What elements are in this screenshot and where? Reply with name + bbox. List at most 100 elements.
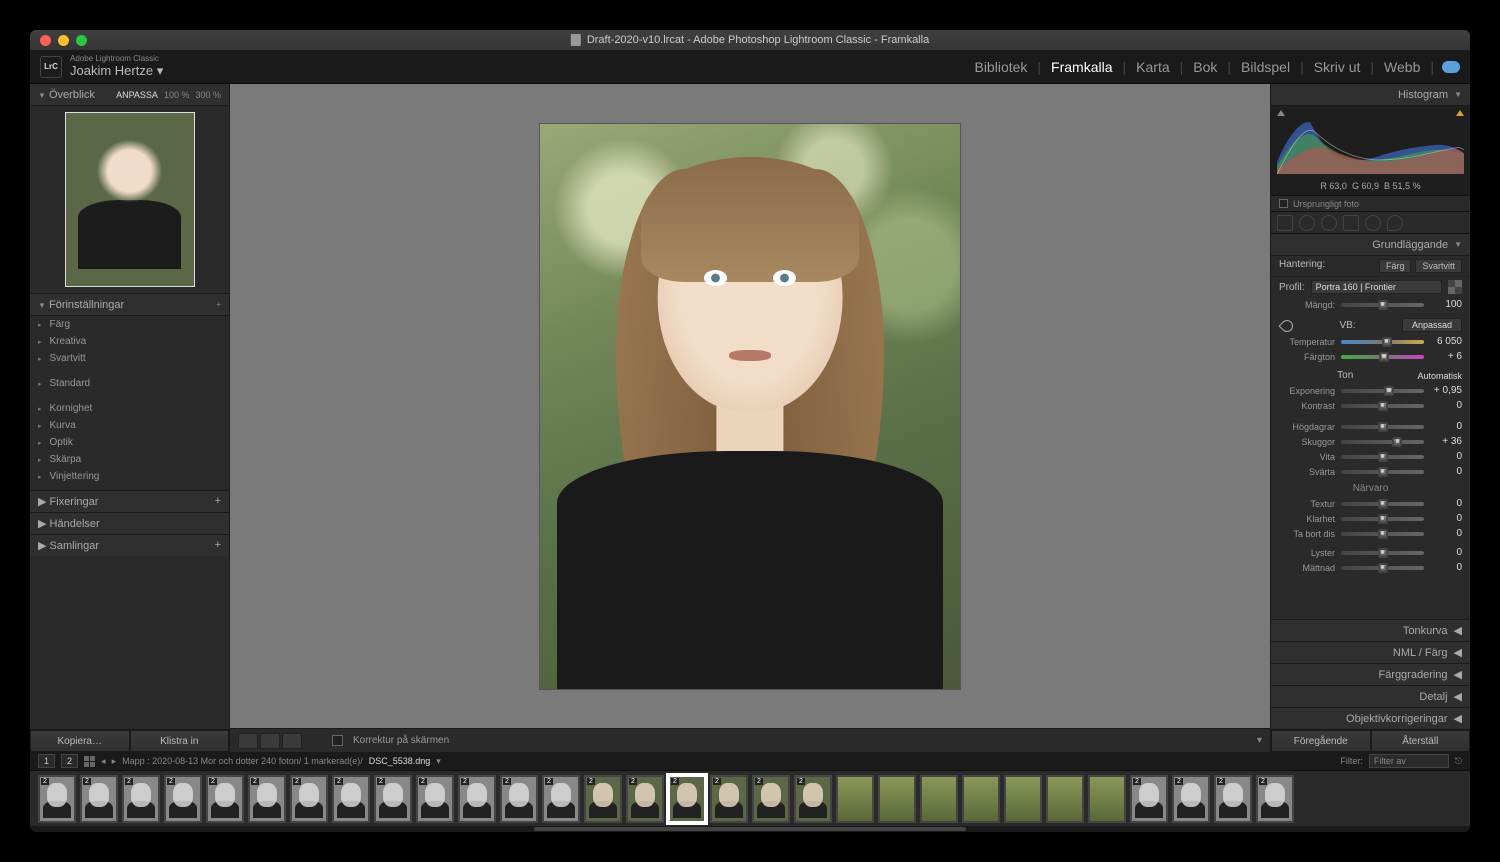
collections-header[interactable]: ▶ Samlingar+ — [30, 534, 229, 556]
add-preset-icon[interactable]: + — [216, 300, 221, 309]
filmstrip-filename[interactable]: DSC_5538.dng — [369, 756, 431, 766]
module-slideshow[interactable]: Bildspel — [1231, 59, 1300, 75]
radial-filter-icon[interactable] — [1365, 215, 1381, 231]
snapshots-header[interactable]: ▶ Fixeringar+ — [30, 490, 229, 512]
filmstrip-thumb[interactable]: 2 — [626, 775, 664, 823]
filmstrip-thumb[interactable]: 2 — [332, 775, 370, 823]
navigator-thumbnail[interactable] — [30, 106, 229, 294]
filmstrip-thumb[interactable]: 2 — [542, 775, 580, 823]
filmstrip-scrollbar[interactable] — [534, 827, 966, 831]
nav-fwd-icon[interactable]: ▸ — [112, 756, 117, 767]
temperature-slider[interactable] — [1341, 340, 1424, 344]
clip-shadows-icon[interactable] — [1277, 110, 1285, 116]
amount-value[interactable]: 100 — [1430, 299, 1462, 310]
filmstrip-thumb[interactable] — [1088, 775, 1126, 823]
contrast-slider[interactable] — [1341, 404, 1424, 408]
tonecurve-header[interactable]: Tonkurva◀ — [1271, 619, 1470, 641]
identity-user[interactable]: Joakim Hertze ▾ — [70, 64, 163, 78]
histogram-header[interactable]: Histogram▼ — [1271, 84, 1470, 106]
path-dropdown-icon[interactable]: ▾ — [436, 756, 441, 767]
histogram[interactable]: R 63,0 G 60,9 B 51,5 % — [1271, 106, 1470, 196]
secondary-display-2[interactable]: 2 — [61, 754, 78, 768]
module-develop[interactable]: Framkalla — [1041, 59, 1122, 75]
filmstrip-thumb[interactable]: 2 — [1256, 775, 1294, 823]
filmstrip-thumb[interactable]: 2 — [122, 775, 160, 823]
presets-header[interactable]: ▼ Förinställningar + — [30, 294, 229, 316]
brush-tool-icon[interactable] — [1387, 215, 1403, 231]
navigator-header[interactable]: ▼ Överblick ANPASSA 100 % 300 % — [30, 84, 229, 106]
filmstrip-thumb[interactable]: 2 — [752, 775, 790, 823]
filmstrip-thumb[interactable]: 2 — [1172, 775, 1210, 823]
filmstrip-thumb[interactable] — [1004, 775, 1042, 823]
wb-select[interactable]: Anpassad — [1402, 318, 1462, 332]
cloud-sync-icon[interactable] — [1442, 61, 1460, 73]
soft-proof-checkbox[interactable] — [332, 735, 343, 746]
filter-select[interactable]: Filter av — [1369, 754, 1449, 768]
redeye-tool-icon[interactable] — [1321, 215, 1337, 231]
minimize-icon[interactable] — [58, 35, 69, 46]
paste-button[interactable]: Klistra in — [130, 730, 230, 752]
detail-header[interactable]: Detalj◀ — [1271, 685, 1470, 707]
preset-group[interactable]: Standard — [30, 375, 229, 392]
filmstrip-thumb[interactable] — [920, 775, 958, 823]
highlights-slider[interactable] — [1341, 425, 1424, 429]
auto-tone-button[interactable]: Automatisk — [1417, 371, 1462, 381]
filmstrip-thumb[interactable]: 2 — [500, 775, 538, 823]
shadows-slider[interactable] — [1341, 440, 1424, 444]
texture-slider[interactable] — [1341, 502, 1424, 506]
treatment-color-button[interactable]: Färg — [1379, 259, 1412, 273]
preset-group[interactable]: Skärpa — [30, 451, 229, 468]
filmstrip-thumb[interactable]: 2 — [458, 775, 496, 823]
colorgrading-header[interactable]: Färggradering◀ — [1271, 663, 1470, 685]
canvas[interactable] — [230, 84, 1270, 728]
loupe-view-button[interactable] — [238, 733, 258, 749]
filmstrip-thumb[interactable]: 2 — [248, 775, 286, 823]
filmstrip-path[interactable]: Mapp : 2020-08-13 Mor och dotter 240 fot… — [122, 756, 363, 766]
filmstrip[interactable]: 22222222222222222222222 — [30, 770, 1470, 826]
nav-back-icon[interactable]: ◂ — [101, 756, 106, 767]
crop-tool-icon[interactable] — [1277, 215, 1293, 231]
module-library[interactable]: Bibliotek — [964, 59, 1037, 75]
filmstrip-thumb[interactable]: 2 — [416, 775, 454, 823]
clarity-slider[interactable] — [1341, 517, 1424, 521]
toolbar-menu-icon[interactable]: ▾ — [1257, 735, 1262, 746]
dehaze-slider[interactable] — [1341, 532, 1424, 536]
filmstrip-thumb[interactable]: 2 — [794, 775, 832, 823]
zoom-100[interactable]: 100 % — [164, 90, 190, 100]
titlebar[interactable]: Draft-2020-v10.lrcat - Adobe Photoshop L… — [30, 30, 1470, 50]
filmstrip-thumb[interactable]: 2 — [668, 775, 706, 823]
whites-slider[interactable] — [1341, 455, 1424, 459]
filmstrip-thumb[interactable]: 2 — [584, 775, 622, 823]
previous-button[interactable]: Föregående — [1271, 730, 1371, 752]
amount-slider[interactable] — [1341, 303, 1424, 307]
preset-group[interactable]: Färg — [30, 316, 229, 333]
tint-slider[interactable] — [1341, 355, 1424, 359]
saturation-slider[interactable] — [1341, 566, 1424, 570]
filmstrip-thumb[interactable] — [878, 775, 916, 823]
filter-lock-icon[interactable]: ⎋ — [1455, 756, 1462, 767]
zoom-fit[interactable]: ANPASSA — [116, 90, 158, 100]
module-web[interactable]: Webb — [1374, 59, 1430, 75]
module-print[interactable]: Skriv ut — [1304, 59, 1371, 75]
zoom-icon[interactable] — [76, 35, 87, 46]
filmstrip-thumb[interactable]: 2 — [710, 775, 748, 823]
copy-button[interactable]: Kopiera… — [30, 730, 130, 752]
history-header[interactable]: ▶ Händelser — [30, 512, 229, 534]
filmstrip-thumb[interactable]: 2 — [1130, 775, 1168, 823]
module-map[interactable]: Karta — [1126, 59, 1179, 75]
filmstrip-thumb[interactable]: 2 — [1214, 775, 1252, 823]
preset-group[interactable]: Optik — [30, 434, 229, 451]
secondary-display-1[interactable]: 1 — [38, 754, 55, 768]
filmstrip-thumb[interactable] — [836, 775, 874, 823]
module-book[interactable]: Bok — [1183, 59, 1227, 75]
filmstrip-thumb[interactable]: 2 — [164, 775, 202, 823]
before-after-tb-button[interactable] — [282, 733, 302, 749]
filmstrip-thumb[interactable]: 2 — [206, 775, 244, 823]
vibrance-slider[interactable] — [1341, 551, 1424, 555]
reset-button[interactable]: Återställ — [1371, 730, 1471, 752]
lens-header[interactable]: Objektivkorrigeringar◀ — [1271, 707, 1470, 729]
original-photo-row[interactable]: Ursprungligt foto — [1271, 196, 1470, 212]
blacks-slider[interactable] — [1341, 470, 1424, 474]
grad-filter-icon[interactable] — [1343, 215, 1359, 231]
profile-browser-icon[interactable] — [1448, 280, 1462, 294]
